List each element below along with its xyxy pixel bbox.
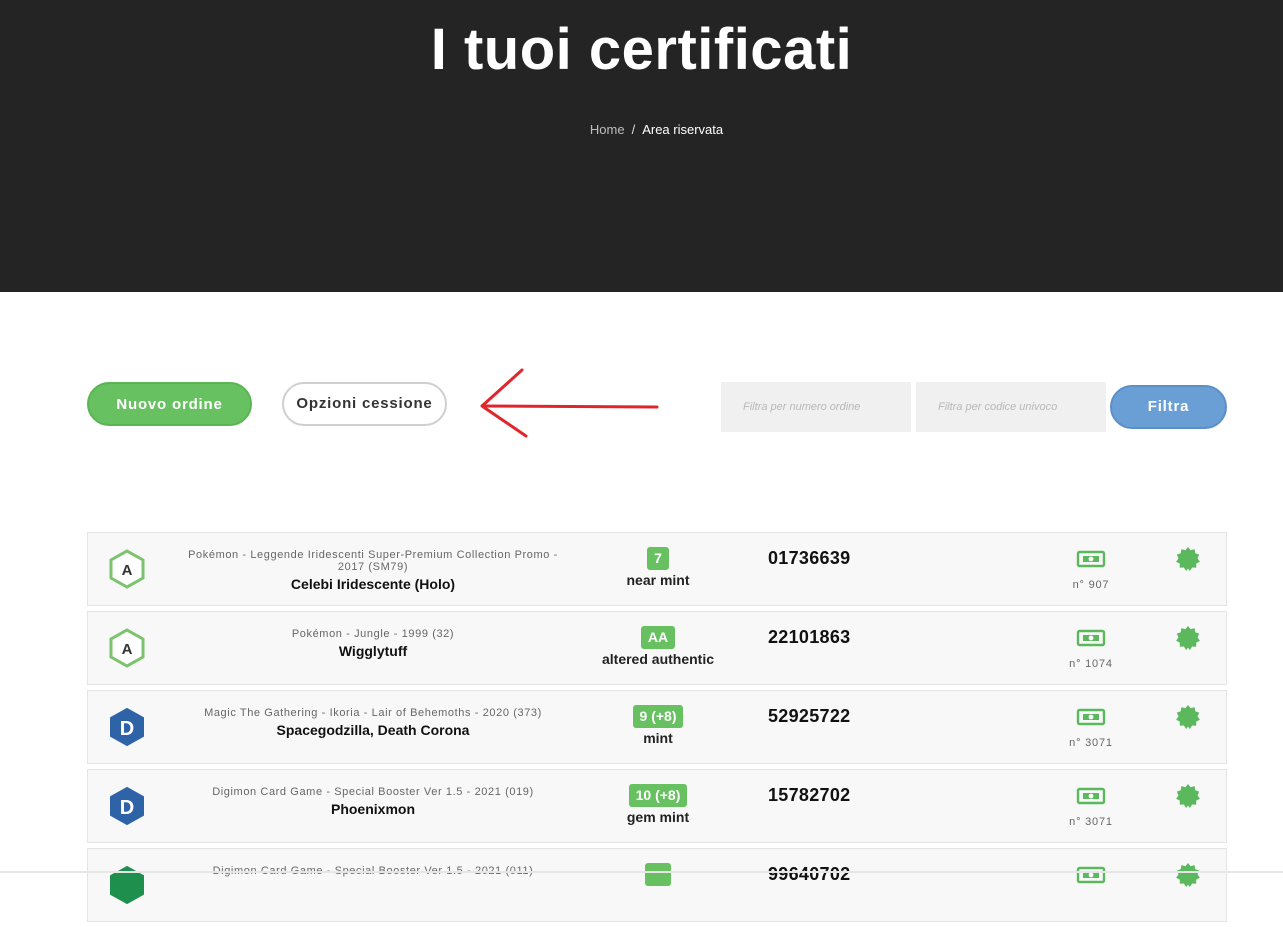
grade-a-hexagon-icon: A [109,549,145,589]
grade-d-hexagon-icon: D [110,786,144,826]
card-info: Magic The Gathering - Ikoria - Lair of B… [188,707,558,738]
banknote-icon[interactable] [1076,628,1106,648]
value-block: n° 3071 [1048,707,1134,749]
verified-seal-icon[interactable] [1175,704,1201,730]
grade-label: near mint [626,572,690,588]
verified-seal-icon[interactable] [1175,625,1201,651]
page-header: I tuoi certificati Home / Area riservata [0,0,1283,292]
card-name: Phoenixmon [330,801,415,817]
hexagon-letter: D [120,718,134,740]
value-number: n° 3071 [1069,737,1113,749]
grade-d-hexagon-icon: D [110,707,144,747]
value-block: n° 1074 [1048,628,1134,670]
grade-label: altered authentic [601,651,715,667]
grade-badge: 10 (+8) [628,784,688,807]
certificate-code: 15782702 [768,785,851,805]
card-set: Magic The Gathering - Ikoria - Lair of B… [204,707,542,719]
card-name: Spacegodzilla, Death Corona [276,722,470,738]
cession-options-button[interactable]: Opzioni cessione [282,382,447,426]
banknote-icon[interactable] [1076,865,1106,885]
banknote-icon[interactable] [1076,549,1106,569]
breadcrumb-home-link[interactable]: Home [590,122,625,137]
value-number: n° 1074 [1069,658,1113,670]
banknote-icon[interactable] [1076,707,1106,727]
grade-badge [645,863,671,886]
filter-button[interactable]: Filtra [1110,385,1227,429]
grade-block: 7 near mint [578,547,738,588]
certificate-row[interactable]: D Magic The Gathering - Ikoria - Lair of… [87,690,1227,764]
banknote-icon[interactable] [1076,786,1106,806]
verified-seal-icon[interactable] [1175,783,1201,809]
certificate-code: 99640702 [768,864,851,884]
card-name: Celebi Iridescente (Holo) [290,576,456,592]
grade-badge: AA [640,626,676,649]
unique-code-filter-input[interactable] [916,382,1106,432]
breadcrumb: Home / Area riservata [0,122,1283,137]
order-number-filter-input[interactable] [721,382,911,432]
certificate-row[interactable]: A Pokémon - Leggende Iridescenti Super-P… [87,532,1227,606]
certificate-list: A Pokémon - Leggende Iridescenti Super-P… [87,532,1227,927]
grade-block: AA altered authentic [578,626,738,667]
page-title: I tuoi certificati [430,17,853,82]
card-info: Pokémon - Jungle - 1999 (32) Wigglytuff [188,628,558,659]
certificate-code: 01736639 [768,548,851,568]
breadcrumb-current: Area riservata [642,122,724,137]
value-number: n° 3071 [1069,816,1113,828]
grade-badge: 9 (+8) [632,705,684,728]
hexagon-letter: A [122,562,133,579]
verified-seal-icon[interactable] [1175,546,1201,572]
grade-label: mint [643,730,673,746]
grade-block: 10 (+8) gem mint [578,784,738,825]
certificate-row[interactable]: A Pokémon - Jungle - 1999 (32) Wigglytuf… [87,611,1227,685]
card-set: Pokémon - Leggende Iridescenti Super-Pre… [188,549,558,573]
grade-badge: 7 [647,547,669,570]
value-number: n° 907 [1072,579,1110,591]
value-block [1048,865,1134,890]
hexagon-letter: A [122,641,133,658]
card-name: Wigglytuff [338,643,408,659]
certificate-row[interactable]: D Digimon Card Game - Special Booster Ve… [87,769,1227,843]
certificate-code: 22101863 [768,627,851,647]
card-info: Digimon Card Game - Special Booster Ver … [188,786,558,817]
grade-block: 9 (+8) mint [578,705,738,746]
card-set: Digimon Card Game - Special Booster Ver … [212,786,534,798]
certificate-row[interactable]: Digimon Card Game - Special Booster Ver … [87,848,1227,922]
value-block: n° 3071 [1048,786,1134,828]
card-set: Pokémon - Jungle - 1999 (32) [291,628,455,640]
certificate-code: 52925722 [768,706,851,726]
card-info: Pokémon - Leggende Iridescenti Super-Pre… [188,549,558,592]
breadcrumb-separator: / [631,122,636,137]
hexagon-letter: D [120,797,134,819]
value-block: n° 907 [1048,549,1134,591]
grade-block [578,863,738,886]
grade-a-hexagon-icon: A [109,628,145,668]
grade-label: gem mint [626,809,690,825]
verified-seal-icon[interactable] [1175,862,1201,888]
red-arrow-annotation [480,368,659,438]
new-order-button[interactable]: Nuovo ordine [87,382,252,426]
